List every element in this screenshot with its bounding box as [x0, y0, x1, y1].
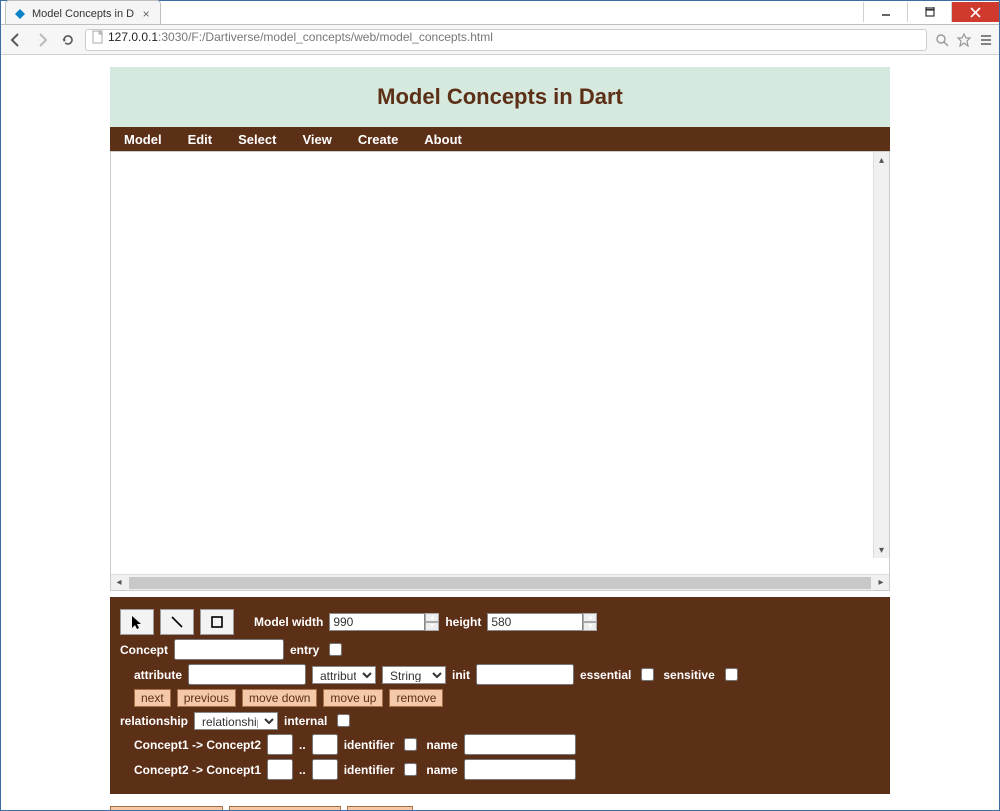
- init-input[interactable]: [476, 664, 574, 685]
- menu-view[interactable]: View: [302, 132, 331, 147]
- width-step-up[interactable]: ▲: [425, 613, 439, 622]
- remove-button[interactable]: remove: [389, 689, 443, 707]
- browser-toolbar: 127.0.0.1:3030/F:/Dartiverse/model_conce…: [1, 25, 999, 55]
- from-json-to-model-button[interactable]: from json to model: [229, 806, 342, 810]
- sensitive-checkbox[interactable]: [725, 668, 738, 681]
- json-buttons-row: from model to json from json to model cl…: [110, 806, 890, 810]
- tool-line-button[interactable]: [160, 609, 194, 635]
- width-step-down[interactable]: ▼: [425, 622, 439, 631]
- model-height-input[interactable]: [487, 613, 583, 631]
- page-viewport[interactable]: Model Concepts in Dart Model Edit Select…: [1, 55, 999, 810]
- c1-c2-label: Concept1 -> Concept2: [134, 738, 261, 752]
- model-width-input[interactable]: [329, 613, 425, 631]
- page-icon: [92, 30, 104, 44]
- url-host: 127.0.0.1: [108, 30, 158, 44]
- c1c2-min-input[interactable]: [267, 734, 293, 755]
- c1c2-name-input[interactable]: [464, 734, 576, 755]
- c1c2-name-label: name: [426, 738, 457, 752]
- c2c1-min-input[interactable]: [267, 759, 293, 780]
- init-label: init: [452, 668, 470, 682]
- c2c1-name-label: name: [426, 763, 457, 777]
- window-maximize-button[interactable]: [907, 2, 951, 22]
- canvas-vertical-scrollbar[interactable]: ▴ ▾: [873, 152, 889, 558]
- c1c2-identifier-label: identifier: [344, 738, 395, 752]
- window-close-button[interactable]: [951, 2, 999, 22]
- move-up-button[interactable]: move up: [323, 689, 383, 707]
- zoom-icon[interactable]: [935, 33, 949, 47]
- from-model-to-json-button[interactable]: from model to json: [110, 806, 223, 810]
- attribute-category-select[interactable]: attribute: [312, 666, 376, 684]
- scroll-up-icon[interactable]: ▴: [874, 152, 889, 168]
- internal-label: internal: [284, 714, 327, 728]
- essential-label: essential: [580, 668, 631, 682]
- scroll-left-icon[interactable]: ◂: [111, 577, 127, 588]
- scroll-right-icon[interactable]: ▸: [873, 577, 889, 588]
- address-bar[interactable]: 127.0.0.1:3030/F:/Dartiverse/model_conce…: [85, 29, 927, 51]
- reload-button[interactable]: [59, 31, 77, 49]
- c2c1-max-input[interactable]: [312, 759, 338, 780]
- app-menubar: Model Edit Select View Create About: [110, 127, 890, 151]
- relationship-label: relationship: [120, 714, 188, 728]
- menu-about[interactable]: About: [424, 132, 462, 147]
- c1c2-max-input[interactable]: [312, 734, 338, 755]
- c2c1-identifier-checkbox[interactable]: [404, 763, 417, 776]
- menu-create[interactable]: Create: [358, 132, 398, 147]
- entry-checkbox[interactable]: [329, 643, 342, 656]
- sensitive-label: sensitive: [663, 668, 714, 682]
- attribute-label: attribute: [134, 668, 182, 682]
- tab-title: Model Concepts in D: [32, 8, 134, 20]
- back-button[interactable]: [7, 31, 25, 49]
- move-down-button[interactable]: move down: [242, 689, 317, 707]
- model-canvas[interactable]: ▴ ▾: [111, 152, 889, 574]
- tool-box-button[interactable]: [200, 609, 234, 635]
- height-step-up[interactable]: ▲: [583, 613, 597, 622]
- browser-tab[interactable]: Model Concepts in D ×: [5, 0, 161, 24]
- tool-select-button[interactable]: [120, 609, 154, 635]
- scroll-down-icon[interactable]: ▾: [874, 542, 889, 558]
- browser-tabstrip: Model Concepts in D ×: [1, 1, 999, 25]
- attribute-input[interactable]: [188, 664, 306, 685]
- tool-panel: Model width ▲▼ height ▲▼ Concept: [110, 597, 890, 794]
- previous-button[interactable]: previous: [177, 689, 236, 707]
- model-height-label: height: [445, 615, 481, 629]
- menu-select[interactable]: Select: [238, 132, 276, 147]
- c2c1-identifier-label: identifier: [344, 763, 395, 777]
- forward-button[interactable]: [33, 31, 51, 49]
- dots2: ..: [299, 763, 306, 777]
- hscroll-thumb[interactable]: [129, 577, 871, 589]
- url-path: :3030/F:/Dartiverse/model_concepts/web/m…: [158, 30, 493, 44]
- menu-edit[interactable]: Edit: [188, 132, 213, 147]
- c2c1-name-input[interactable]: [464, 759, 576, 780]
- menu-icon[interactable]: [979, 33, 993, 47]
- concept-label: Concept: [120, 643, 168, 657]
- window-minimize-button[interactable]: [863, 2, 907, 22]
- relationship-select[interactable]: relationship: [194, 712, 278, 730]
- clear-json-button[interactable]: clear json: [347, 806, 412, 810]
- c2-c1-label: Concept2 -> Concept1: [134, 763, 261, 777]
- canvas-horizontal-scrollbar[interactable]: ◂ ▸: [111, 574, 889, 590]
- attribute-type-select[interactable]: String: [382, 666, 446, 684]
- model-width-label: Model width: [254, 615, 323, 629]
- close-tab-icon[interactable]: ×: [140, 8, 152, 20]
- bookmark-star-icon[interactable]: [957, 33, 971, 47]
- essential-checkbox[interactable]: [641, 668, 654, 681]
- internal-checkbox[interactable]: [337, 714, 350, 727]
- concept-input[interactable]: [174, 639, 284, 660]
- page-title: Model Concepts in Dart: [377, 84, 623, 110]
- menu-model[interactable]: Model: [124, 132, 162, 147]
- height-step-down[interactable]: ▼: [583, 622, 597, 631]
- dartium-favicon: [14, 8, 26, 20]
- page-header: Model Concepts in Dart: [110, 67, 890, 127]
- next-button[interactable]: next: [134, 689, 171, 707]
- c1c2-identifier-checkbox[interactable]: [404, 738, 417, 751]
- entry-label: entry: [290, 643, 319, 657]
- dots1: ..: [299, 738, 306, 752]
- model-canvas-container: ▴ ▾ ◂ ▸: [110, 151, 890, 591]
